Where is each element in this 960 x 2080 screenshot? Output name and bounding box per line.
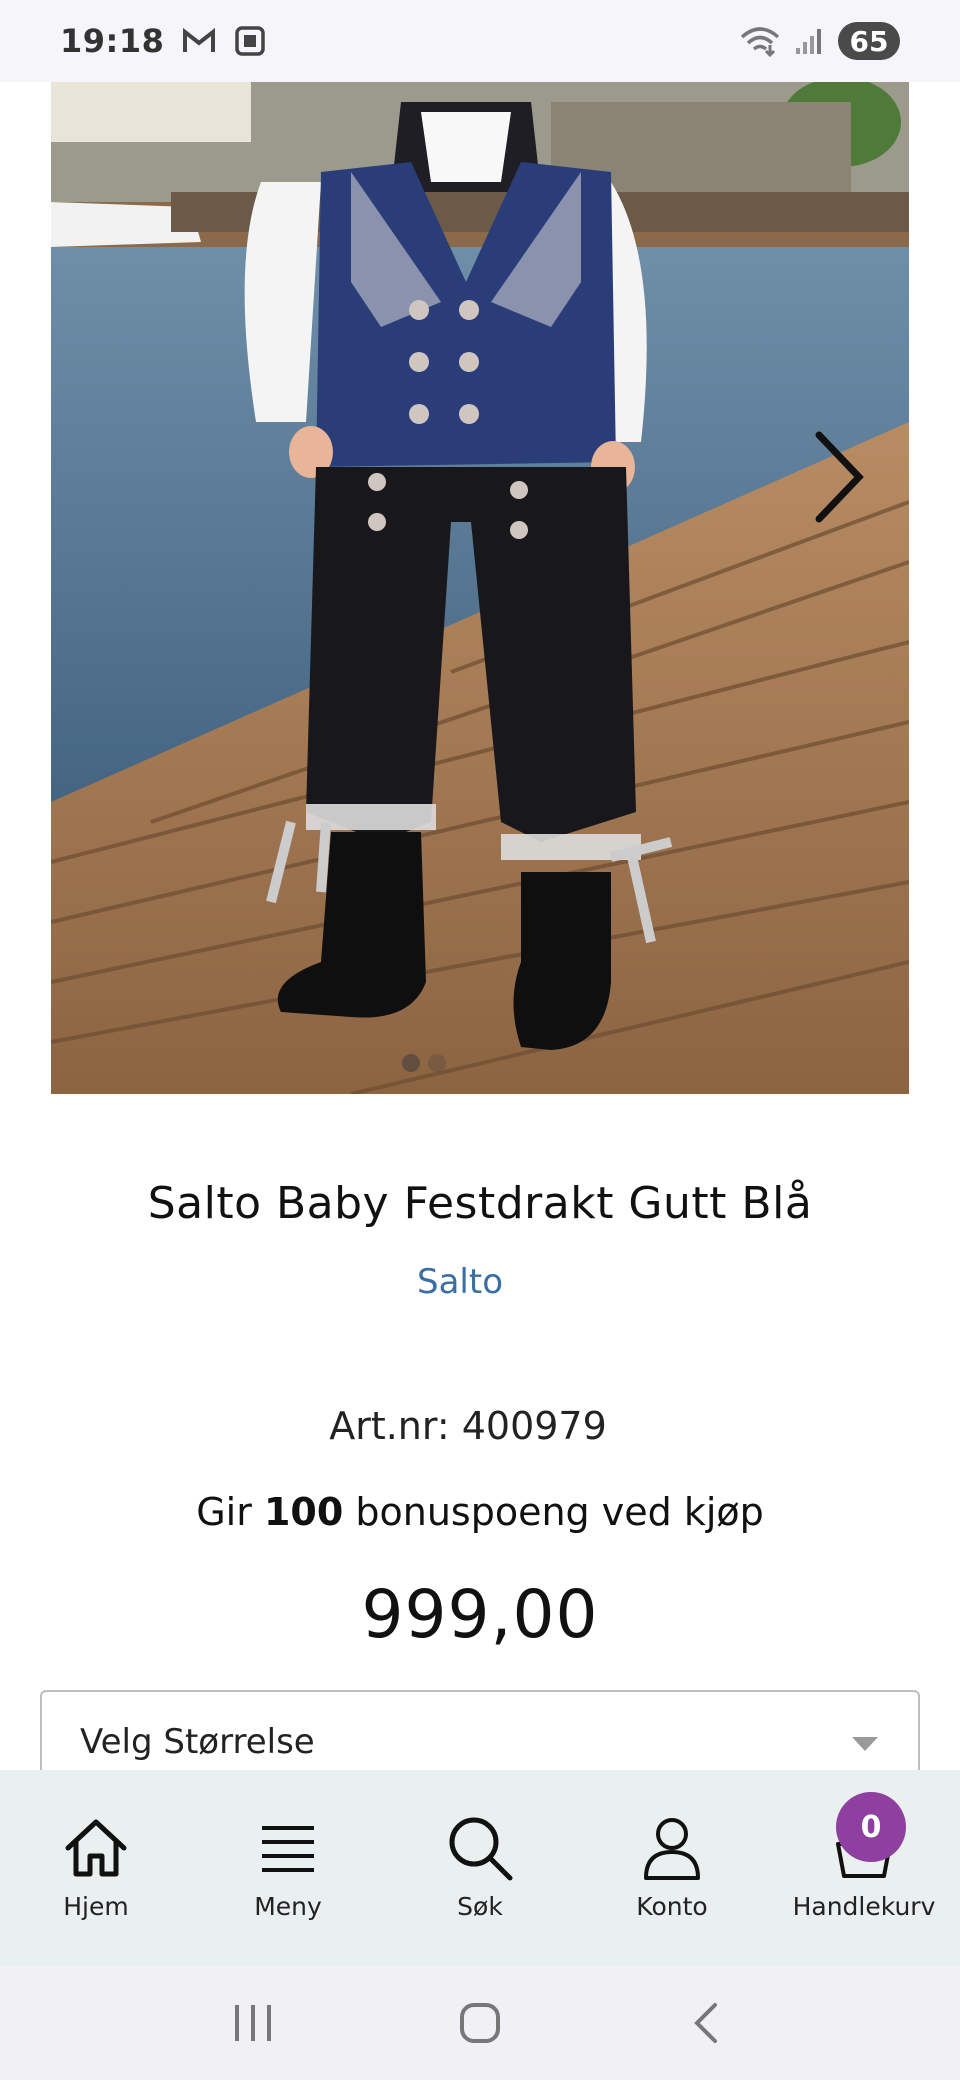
home-system-button[interactable] <box>420 1983 540 2063</box>
recent-apps-button[interactable] <box>193 1983 313 2063</box>
bonus-points-text: Gir 100 bonuspoeng ved kjøp <box>0 1490 960 1534</box>
back-icon <box>693 2003 717 2043</box>
nav-item-cart[interactable]: 0 Handlekurv <box>774 1792 954 1921</box>
next-image-button[interactable] <box>809 427 869 527</box>
screenshot-icon <box>234 25 266 57</box>
nav-label-home: Hjem <box>63 1892 129 1921</box>
menu-icon <box>262 1826 314 1872</box>
nav-label-menu: Meny <box>254 1892 322 1921</box>
bottom-nav: Hjem Meny Søk Konto 0 Handlekurv <box>0 1770 960 1966</box>
back-button[interactable] <box>647 1983 767 2063</box>
brand-link[interactable]: Salto <box>0 1262 920 1302</box>
recent-apps-icon <box>235 2005 272 2041</box>
cart-count-badge: 0 <box>836 1792 906 1862</box>
system-nav-bar <box>0 1966 960 2080</box>
gmail-icon <box>182 28 216 54</box>
carousel-dot-active[interactable] <box>402 1054 420 1072</box>
nav-item-home[interactable]: Hjem <box>6 1814 186 1921</box>
nav-label-cart: Handlekurv <box>792 1892 936 1921</box>
home-icon <box>65 1819 127 1877</box>
nav-label-search: Søk <box>457 1892 503 1921</box>
status-left: 19:18 <box>60 22 266 60</box>
signal-icon <box>794 26 824 56</box>
status-bar: 19:18 65 <box>0 0 960 82</box>
status-right: 65 <box>740 22 900 60</box>
nav-item-search[interactable]: Søk <box>390 1814 570 1921</box>
article-number: Art.nr: 400979 <box>329 1404 607 1448</box>
nav-item-account[interactable]: Konto <box>582 1814 762 1921</box>
product-price: 999,00 <box>361 1576 599 1653</box>
chevron-down-icon <box>852 1736 878 1755</box>
home-circle-icon <box>459 2003 500 2043</box>
status-time: 19:18 <box>60 22 165 60</box>
bonus-suffix: bonuspoeng ved kjøp <box>355 1490 764 1534</box>
wifi-icon <box>740 25 780 57</box>
carousel-dot[interactable] <box>428 1054 446 1072</box>
product-image-carousel[interactable] <box>51 82 909 1094</box>
nav-item-menu[interactable]: Meny <box>198 1814 378 1921</box>
bonus-prefix: Gir <box>196 1490 252 1534</box>
user-icon <box>644 1818 700 1880</box>
nav-label-account: Konto <box>636 1892 708 1921</box>
search-icon <box>449 1817 513 1881</box>
bonus-points-value: 100 <box>263 1490 344 1534</box>
size-select-label: Velg Størrelse <box>80 1722 315 1762</box>
battery-indicator: 65 <box>838 22 900 60</box>
carousel-dots <box>0 1054 858 1072</box>
product-title: Salto Baby Festdrakt Gutt Blå <box>147 1178 813 1229</box>
product-photo <box>51 82 909 1094</box>
